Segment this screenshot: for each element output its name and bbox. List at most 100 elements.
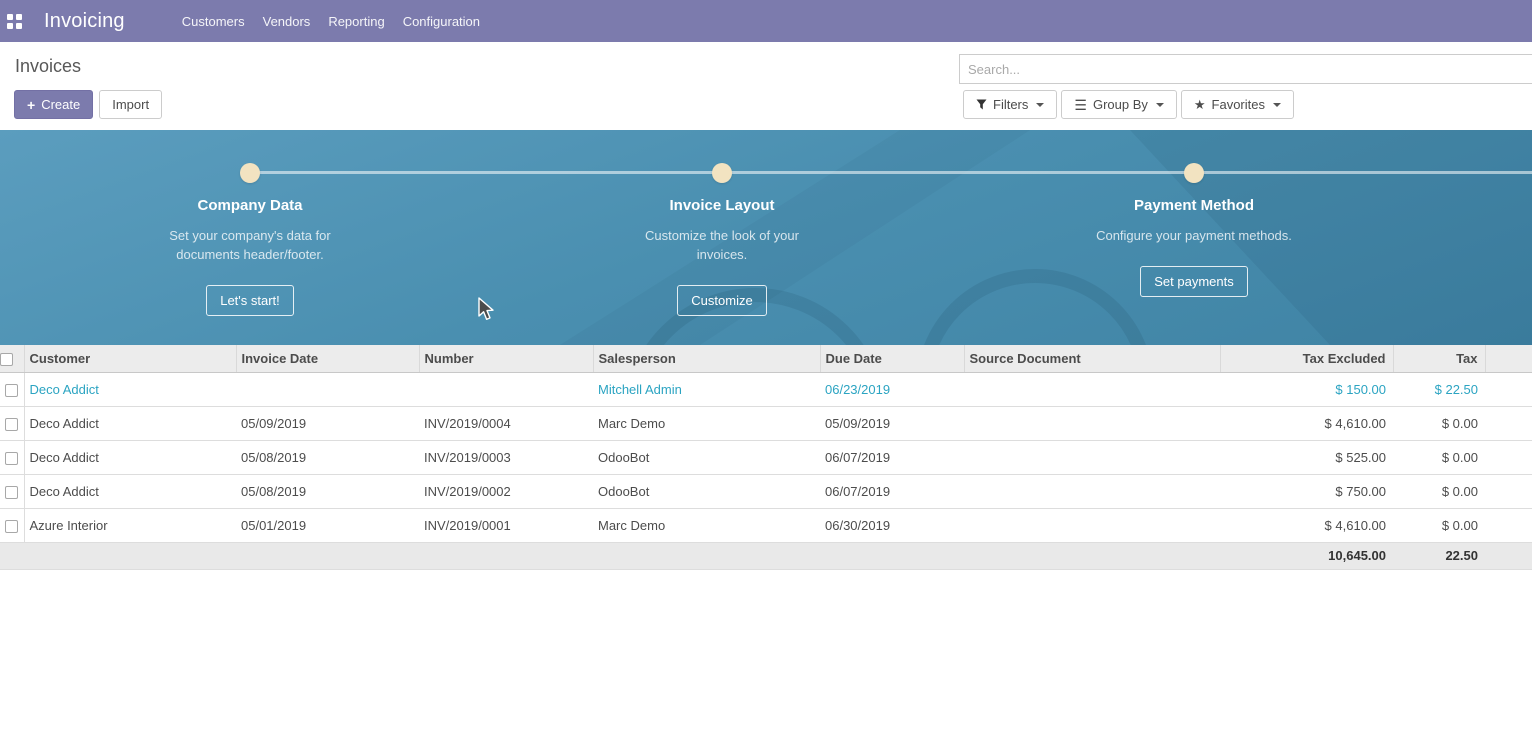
cell-filler [1485, 372, 1532, 406]
apps-grid-icon[interactable] [7, 14, 22, 29]
cell-filler [1485, 474, 1532, 508]
step-title: Payment Method [1034, 198, 1354, 214]
apps-grid-square [16, 23, 22, 29]
group-by-button[interactable]: ☰ Group By [1061, 90, 1176, 119]
footer-tax-total: 22.50 [1393, 542, 1485, 569]
row-checkbox[interactable] [5, 486, 18, 499]
footer-cell [964, 542, 1220, 569]
customize-button[interactable]: Customize [677, 285, 766, 316]
cell-customer: Deco Addict [24, 406, 236, 440]
row-select-cell [0, 508, 24, 542]
page-title: Invoices [15, 56, 81, 77]
footer-cell [24, 542, 236, 569]
cell-invoice-date: 05/08/2019 [236, 440, 419, 474]
nav-item-customers[interactable]: Customers [173, 0, 254, 42]
footer-cell [1485, 542, 1532, 569]
create-button-label: Create [41, 97, 80, 112]
column-header-customer[interactable]: Customer [24, 345, 236, 372]
invoice-row[interactable]: Deco Addict 05/08/2019 INV/2019/0003 Odo… [0, 440, 1532, 474]
invoice-row[interactable]: Deco Addict 05/08/2019 INV/2019/0002 Odo… [0, 474, 1532, 508]
cell-customer: Deco Addict [24, 440, 236, 474]
cell-tax: $ 22.50 [1393, 372, 1485, 406]
invoice-row[interactable]: Deco Addict Mitchell Admin 06/23/2019 $ … [0, 372, 1532, 406]
row-checkbox[interactable] [5, 418, 18, 431]
lets-start-button[interactable]: Let's start! [206, 285, 294, 316]
cell-salesperson: OdooBot [593, 440, 820, 474]
cell-tax: $ 0.00 [1393, 508, 1485, 542]
set-payments-button[interactable]: Set payments [1140, 266, 1248, 297]
onboarding-step-invoice-layout: Invoice Layout Customize the look of you… [562, 198, 882, 316]
caret-down-icon [1273, 103, 1281, 107]
row-select-cell [0, 440, 24, 474]
cell-tax-excluded: $ 4,610.00 [1220, 508, 1393, 542]
cell-customer: Azure Interior [24, 508, 236, 542]
cell-filler [1485, 406, 1532, 440]
select-all-checkbox[interactable] [0, 353, 13, 366]
header-filler [1485, 345, 1532, 372]
top-navbar: Invoicing Customers Vendors Reporting Co… [0, 0, 1532, 42]
control-panel: Invoices + Create Import Filters ☰ Group… [0, 42, 1532, 130]
cell-salesperson: OdooBot [593, 474, 820, 508]
cell-number [419, 372, 593, 406]
cell-salesperson: Marc Demo [593, 508, 820, 542]
cell-number: INV/2019/0004 [419, 406, 593, 440]
cell-invoice-date [236, 372, 419, 406]
cell-invoice-date: 05/01/2019 [236, 508, 419, 542]
onboarding-step-dot [712, 163, 732, 183]
funnel-icon [976, 99, 987, 110]
cell-invoice-date: 05/09/2019 [236, 406, 419, 440]
cell-customer: Deco Addict [24, 474, 236, 508]
row-checkbox[interactable] [5, 384, 18, 397]
filters-button-label: Filters [993, 97, 1028, 112]
search-input[interactable] [959, 54, 1532, 84]
cell-number: INV/2019/0003 [419, 440, 593, 474]
onboarding-banner: Company Data Set your company's data for… [0, 130, 1532, 345]
apps-grid-square [16, 14, 22, 20]
column-header-tax[interactable]: Tax [1393, 345, 1485, 372]
cell-tax-excluded: $ 750.00 [1220, 474, 1393, 508]
cell-invoice-date: 05/08/2019 [236, 474, 419, 508]
nav-item-reporting[interactable]: Reporting [319, 0, 393, 42]
star-icon: ★ [1194, 98, 1206, 111]
column-header-salesperson[interactable]: Salesperson [593, 345, 820, 372]
cell-due-date: 06/07/2019 [820, 474, 964, 508]
row-select-cell [0, 372, 24, 406]
step-description: Set your company's data for documents he… [158, 226, 343, 264]
app-title[interactable]: Invoicing [44, 10, 125, 33]
row-checkbox[interactable] [5, 452, 18, 465]
bars-icon: ☰ [1074, 98, 1087, 112]
create-button[interactable]: + Create [14, 90, 93, 119]
step-title: Company Data [90, 198, 410, 214]
cell-tax: $ 0.00 [1393, 440, 1485, 474]
nav-item-vendors[interactable]: Vendors [254, 0, 320, 42]
cell-due-date: 05/09/2019 [820, 406, 964, 440]
cell-due-date: 06/23/2019 [820, 372, 964, 406]
import-button[interactable]: Import [99, 90, 162, 119]
filters-button[interactable]: Filters [963, 90, 1057, 119]
cell-tax-excluded: $ 150.00 [1220, 372, 1393, 406]
cell-customer: Deco Addict [24, 372, 236, 406]
invoice-row[interactable]: Deco Addict 05/09/2019 INV/2019/0004 Mar… [0, 406, 1532, 440]
invoice-row[interactable]: Azure Interior 05/01/2019 INV/2019/0001 … [0, 508, 1532, 542]
cell-source-document [964, 440, 1220, 474]
column-header-number[interactable]: Number [419, 345, 593, 372]
plus-icon: + [27, 98, 35, 112]
table-header-row: Customer Invoice Date Number Salesperson… [0, 345, 1532, 372]
cell-due-date: 06/07/2019 [820, 440, 964, 474]
row-checkbox[interactable] [5, 520, 18, 533]
apps-grid-square [7, 23, 13, 29]
footer-cell [820, 542, 964, 569]
cell-tax: $ 0.00 [1393, 406, 1485, 440]
onboarding-step-dot [240, 163, 260, 183]
cell-filler [1485, 440, 1532, 474]
column-header-tax-excluded[interactable]: Tax Excluded [1220, 345, 1393, 372]
favorites-button-label: Favorites [1212, 97, 1265, 112]
step-description: Customize the look of your invoices. [630, 226, 815, 264]
nav-item-configuration[interactable]: Configuration [394, 0, 489, 42]
column-header-invoice-date[interactable]: Invoice Date [236, 345, 419, 372]
column-header-due-date[interactable]: Due Date [820, 345, 964, 372]
apps-grid-square [7, 14, 13, 20]
cell-source-document [964, 406, 1220, 440]
favorites-button[interactable]: ★ Favorites [1181, 90, 1294, 119]
column-header-source-document[interactable]: Source Document [964, 345, 1220, 372]
